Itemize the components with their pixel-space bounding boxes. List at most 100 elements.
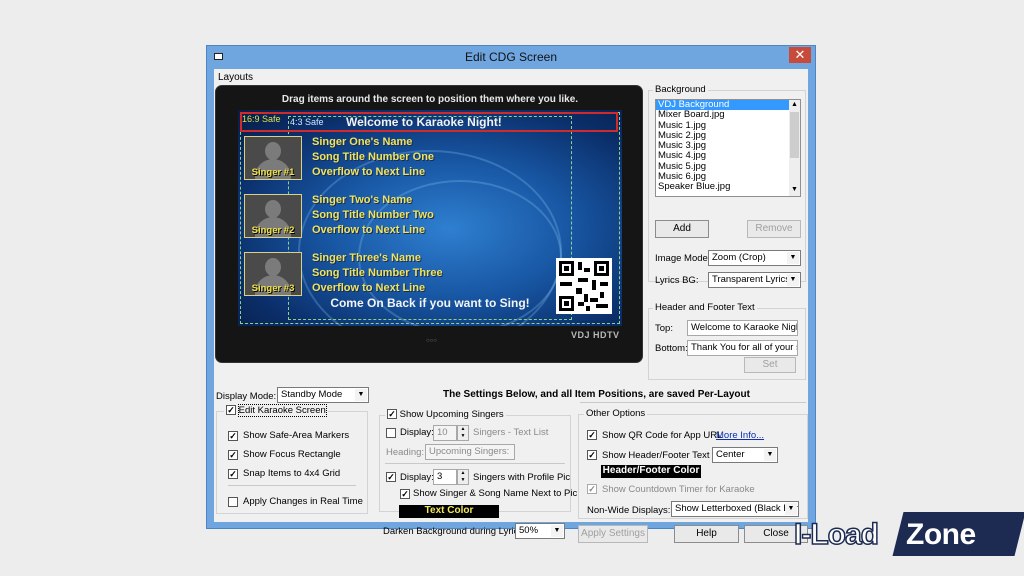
singer-3-line-3[interactable]: Overflow to Next Line [312, 282, 425, 294]
tv-power-indicator: ○○○ [426, 338, 437, 344]
profile-pic-suffix: Singers with Profile Pic [473, 472, 571, 483]
window-title: Edit CDG Screen [464, 50, 558, 64]
text-list-spinner[interactable]: ▲ ▼ [457, 425, 469, 441]
nonwide-value: Show Letterboxed (Black Bars) [675, 503, 799, 514]
image-mode-label: Image Mode: [655, 253, 711, 264]
scroll-down-icon[interactable]: ▼ [790, 186, 799, 193]
qr-code-label: Show QR Code for App URL [602, 430, 723, 441]
chevron-down-icon: ▼ [787, 274, 799, 286]
singer-1-line-3[interactable]: Overflow to Next Line [312, 166, 425, 178]
upcoming-singers-title: Show Upcoming Singers [399, 409, 504, 420]
lyrics-bg-label: Lyrics BG: [655, 275, 699, 286]
singer-1-avatar[interactable]: Singer #1 [244, 136, 302, 180]
title-bar[interactable]: Edit CDG Screen ✕ [207, 46, 815, 68]
bottom-text-label: Bottom: [655, 343, 688, 354]
watermark-logo-part1: I-Load [793, 517, 880, 552]
karaoke-screen-preview: 16:9 Safe 4:3 Safe Welcome to Karaoke Ni… [238, 110, 622, 326]
qr-code-checkbox[interactable]: ✓ [587, 430, 597, 440]
profile-pic-label: Display: [400, 472, 434, 483]
darken-select[interactable]: 50% ▼ [515, 523, 565, 539]
header-footer-text-title: Header and Footer Text [653, 302, 757, 313]
other-options-title: Other Options [584, 408, 648, 419]
singer-2-avatar[interactable]: Singer #2 [244, 194, 302, 238]
more-info-link[interactable]: More Info... [716, 430, 764, 441]
header-text: Welcome to Karaoke Night! [346, 115, 502, 129]
profile-pic-count-input[interactable]: 3 [433, 469, 457, 485]
heading-label: Heading: [386, 447, 425, 458]
singer-3-line-2[interactable]: Song Title Number Three [312, 267, 443, 279]
text-list-label: Display: [400, 427, 434, 438]
singer-2-line-3[interactable]: Overflow to Next Line [312, 224, 425, 236]
upcoming-singers-header: ✓ Show Upcoming Singers [385, 409, 506, 420]
set-text-button[interactable]: Set [744, 357, 796, 373]
snap-grid-checkbox[interactable]: ✓ [228, 469, 238, 479]
edit-karaoke-header: ✓ Edit Karaoke Screen [224, 404, 328, 417]
focus-rectangle-checkbox[interactable]: ✓ [228, 450, 238, 460]
watermark-logo-part2: Zone [906, 518, 976, 551]
singer-2-line-1[interactable]: Singer Two's Name [312, 194, 412, 206]
bottom-text-input[interactable]: Thank You for all of your support! [687, 340, 798, 356]
chevron-down-icon: ▼ [787, 252, 799, 264]
heading-input[interactable]: Upcoming Singers: [425, 444, 515, 460]
text-color-button[interactable]: Text Color [399, 505, 499, 518]
tv-preview: Drag items around the screen to position… [215, 85, 643, 363]
profile-pic-checkbox[interactable]: ✓ [386, 472, 396, 482]
add-background-button[interactable]: Add [655, 220, 709, 238]
edit-karaoke-checkbox[interactable]: ✓ [226, 405, 236, 416]
safe-area-markers-checkbox[interactable]: ✓ [228, 431, 238, 441]
lyrics-bg-value: Transparent Lyrics [712, 274, 790, 285]
avatar-head [265, 200, 281, 218]
safe-area-markers-label: Show Safe-Area Markers [243, 430, 350, 441]
image-mode-select[interactable]: Zoom (Crop) ▼ [708, 250, 801, 266]
singer-1-label: Singer #1 [251, 167, 295, 178]
text-list-suffix: Singers - Text List [473, 427, 549, 438]
display-mode-select[interactable]: Standby Mode ▼ [277, 387, 369, 403]
background-item[interactable]: Speaker Blue.jpg [656, 182, 800, 193]
realtime-checkbox[interactable] [228, 497, 238, 507]
header-footer-checkbox[interactable]: ✓ [587, 450, 597, 460]
scroll-thumb[interactable] [790, 112, 799, 158]
singer-1-line-1[interactable]: Singer One's Name [312, 136, 412, 148]
text-list-checkbox[interactable] [386, 428, 396, 438]
header-footer-label: Show Header/Footer Text [602, 450, 710, 461]
singer-2-line-2[interactable]: Song Title Number Two [312, 209, 434, 221]
background-listbox[interactable]: ▲ ▼ VDJ Background Mixer Board.jpg Music… [655, 99, 801, 197]
header-footer-align-select[interactable]: Center ▼ [712, 447, 778, 463]
nonwide-select[interactable]: Show Letterboxed (Black Bars) ▼ [671, 501, 799, 517]
dialog-body: Layouts Drag items around the screen to … [214, 69, 808, 543]
chevron-down-icon: ▼ [764, 449, 776, 461]
qr-code[interactable] [556, 258, 612, 314]
header-footer-align-value: Center [716, 449, 745, 460]
top-text-label: Top: [655, 323, 673, 334]
tv-hint: Drag items around the screen to position… [281, 94, 579, 105]
menu-layouts[interactable]: Layouts [218, 72, 253, 83]
image-mode-value: Zoom (Crop) [712, 252, 766, 263]
help-button[interactable]: Help [674, 525, 739, 543]
countdown-label: Show Countdown Timer for Karaoke [602, 484, 755, 495]
remove-background-button[interactable]: Remove [747, 220, 801, 238]
tv-brand: VDJ HDTV [571, 330, 620, 340]
apply-settings-button[interactable]: Apply Settings [578, 525, 648, 543]
darken-value: 50% [519, 525, 539, 536]
header-footer-color-button[interactable]: Header/Footer Color [601, 465, 701, 478]
singer-3-avatar[interactable]: Singer #3 [244, 252, 302, 296]
top-text-input[interactable]: Welcome to Karaoke Night! [687, 320, 798, 336]
window-close-button[interactable]: ✕ [789, 47, 811, 63]
singer-3-line-1[interactable]: Singer Three's Name [312, 252, 421, 264]
nonwide-label: Non-Wide Displays: [587, 505, 671, 516]
realtime-label: Apply Changes in Real Time [243, 496, 363, 507]
singer-1-line-2[interactable]: Song Title Number One [312, 151, 434, 163]
lyrics-bg-select[interactable]: Transparent Lyrics ▼ [708, 272, 801, 288]
singer-2-label: Singer #2 [251, 225, 295, 236]
singer-3-label: Singer #3 [251, 283, 295, 294]
text-list-count-input[interactable]: 10 [433, 425, 457, 441]
show-name-checkbox[interactable]: ✓ [400, 489, 410, 499]
scroll-up-icon[interactable]: ▲ [790, 101, 799, 108]
edit-cdg-window: Edit CDG Screen ✕ Layouts Drag items aro… [206, 45, 816, 543]
listbox-scrollbar[interactable]: ▲ ▼ [789, 100, 800, 196]
profile-pic-spinner[interactable]: ▲ ▼ [457, 469, 469, 485]
avatar-head [265, 142, 281, 160]
countdown-checkbox[interactable]: ✓ [587, 484, 597, 494]
chevron-down-icon: ▼ [785, 503, 797, 515]
upcoming-singers-checkbox[interactable]: ✓ [387, 409, 397, 420]
